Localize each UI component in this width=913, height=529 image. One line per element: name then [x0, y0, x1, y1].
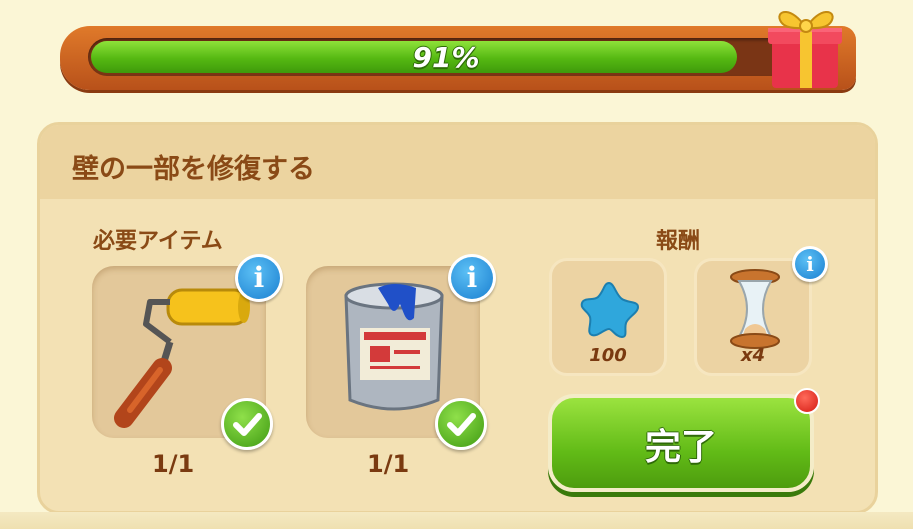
- item-info-button[interactable]: i: [448, 254, 496, 302]
- progress-track: 91%: [88, 38, 804, 76]
- task-header: 壁の一部を修復する: [40, 125, 875, 199]
- reward-slot: 100: [549, 258, 667, 376]
- item-complete-check-icon: [435, 398, 487, 450]
- reward-label: 報酬: [656, 229, 701, 254]
- item-info-button[interactable]: i: [235, 254, 283, 302]
- required-items-label: 必要アイテム: [93, 229, 223, 254]
- progress-percent: 91%: [412, 41, 480, 74]
- bottom-strip: [0, 512, 913, 529]
- required-item-count: 1/1: [367, 450, 410, 478]
- reward-slot: x4: [694, 258, 812, 376]
- gift-box-icon[interactable]: [762, 2, 846, 92]
- progress-bar-frame: 91%: [60, 26, 856, 90]
- blue-star-icon: [580, 281, 640, 339]
- required-item-count: 1/1: [152, 450, 195, 478]
- task-title: 壁の一部を修復する: [72, 154, 315, 185]
- notification-dot: [794, 388, 820, 414]
- complete-button-label: 完了: [644, 427, 717, 468]
- reward-info-button[interactable]: i: [792, 246, 828, 282]
- item-complete-check-icon: [221, 398, 273, 450]
- reward-count: 100: [589, 345, 627, 366]
- complete-button[interactable]: 完了: [548, 394, 814, 492]
- reward-count: x4: [740, 345, 766, 366]
- hourglass-icon: [730, 269, 780, 349]
